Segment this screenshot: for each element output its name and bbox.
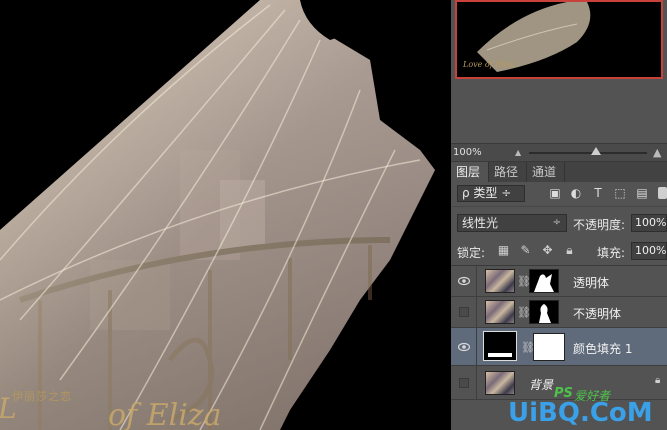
tab-paths[interactable]: 路径 xyxy=(489,162,527,182)
layer-filter-row: ρ 类型 ÷ ▣ ◐ T ⬚ ▤ xyxy=(451,182,667,206)
lock-row: 锁定: ▦ ✎ ✥ 🔒︎ 填充: 100% xyxy=(451,236,667,266)
navigator-panel: Love of Eliza xyxy=(451,0,667,143)
layer-name[interactable]: 不透明体 xyxy=(573,305,621,322)
layer-name[interactable]: 颜色填充 1 xyxy=(573,340,632,357)
panel-tabs: 图层 路径 通道 xyxy=(451,162,667,182)
lock-position-icon[interactable]: ✥ xyxy=(541,244,554,257)
zoom-slider-handle[interactable] xyxy=(591,147,601,155)
zoom-out-icon[interactable]: ▲ xyxy=(515,148,521,157)
layer-divider xyxy=(476,297,477,327)
lock-transparent-pixels-icon[interactable]: ▦ xyxy=(497,244,510,257)
image-filter-icon[interactable]: ▣ xyxy=(548,186,562,200)
fill-input[interactable]: 100% xyxy=(631,242,667,260)
filter-kind-select[interactable]: ρ 类型 ÷ xyxy=(457,185,525,202)
lock-label: 锁定: xyxy=(457,246,486,260)
type-filter-icon[interactable]: T xyxy=(591,186,605,200)
background-lock-icon: 🔒︎ xyxy=(655,375,661,386)
visibility-eye-icon[interactable] xyxy=(458,341,470,353)
layer-mask-thumbnail[interactable] xyxy=(533,333,565,361)
zoom-value[interactable]: 100% xyxy=(453,147,482,158)
lock-all-icon[interactable]: 🔒︎ xyxy=(563,244,576,257)
shape-filter-icon[interactable]: ⬚ xyxy=(613,186,627,200)
blend-mode-value: 线性光 xyxy=(462,216,499,230)
blend-mode-select[interactable]: 线性光 ÷ xyxy=(457,214,567,232)
smart-object-filter-icon[interactable]: ▤ xyxy=(635,186,649,200)
layer-row-color-fill[interactable]: ⛓ 颜色填充 1 xyxy=(451,328,667,366)
layer-divider xyxy=(476,328,477,365)
layer-name[interactable]: 背景 xyxy=(529,376,553,393)
document-canvas[interactable]: 伊丽莎之恋 L of Eliza xyxy=(0,0,451,430)
visibility-eye-icon[interactable] xyxy=(458,275,470,287)
zoom-in-icon[interactable]: ▲ xyxy=(653,146,661,159)
right-panel: Love of Eliza 100% ▲ ▲ 图层 路径 通道 ρ 类型 ÷ ▣… xyxy=(451,0,667,430)
veil-image xyxy=(0,0,435,430)
visibility-toggle-off[interactable] xyxy=(459,307,469,317)
opacity-label: 不透明度: xyxy=(573,218,626,232)
layer-name[interactable]: 透明体 xyxy=(573,274,609,291)
zoom-slider-track[interactable] xyxy=(529,152,647,154)
layer-divider xyxy=(476,366,477,399)
chevron-updown-icon: ÷ xyxy=(552,217,561,228)
navigator-preview[interactable]: Love of Eliza xyxy=(455,0,663,79)
tab-layers[interactable]: 图层 xyxy=(451,162,489,182)
canvas-caption-cn: 伊丽莎之恋 xyxy=(12,390,72,403)
blend-row: 线性光 ÷ 不透明度: 100% xyxy=(451,206,667,236)
fill-label: 填充: xyxy=(597,246,626,260)
canvas-script-initial: L xyxy=(0,392,17,425)
navigator-zoom-bar: 100% ▲ ▲ xyxy=(451,143,667,162)
layer-row-opaque[interactable]: ⛓ 不透明体 xyxy=(451,297,667,328)
watermark-site: UiBQ.CoM xyxy=(508,398,653,428)
layer-row-transparent[interactable]: ⛓ 透明体 xyxy=(451,266,667,297)
layer-mask-thumbnail[interactable] xyxy=(529,269,559,293)
canvas-script-text: of Eliza xyxy=(108,398,222,430)
filter-toggle-switch[interactable] xyxy=(658,187,667,199)
opacity-input[interactable]: 100% xyxy=(631,214,667,232)
layer-mask-thumbnail[interactable] xyxy=(529,300,559,324)
layer-thumbnail[interactable] xyxy=(485,269,515,293)
lock-image-pixels-icon[interactable]: ✎ xyxy=(519,244,532,257)
navigator-thumb-text: Love of Eliza xyxy=(463,60,516,69)
layer-thumbnail[interactable] xyxy=(485,300,515,324)
tab-channels[interactable]: 通道 xyxy=(527,162,565,182)
fill-layer-thumbnail[interactable] xyxy=(483,331,517,361)
layer-divider xyxy=(476,266,477,296)
visibility-toggle-off[interactable] xyxy=(459,378,469,388)
layer-thumbnail[interactable] xyxy=(485,371,515,395)
adjustment-filter-icon[interactable]: ◐ xyxy=(569,186,583,200)
